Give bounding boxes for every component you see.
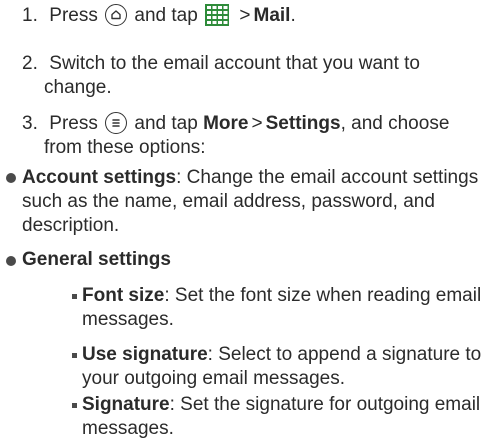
sub-option-use-signature-cont: your outgoing email messages. bbox=[82, 368, 345, 389]
sub-bullet-icon bbox=[72, 403, 77, 408]
separator: > bbox=[239, 5, 251, 26]
option-account-cont: such as the name, email address, passwor… bbox=[22, 191, 435, 212]
bullet-icon bbox=[6, 173, 16, 183]
step-3: 3. Press and tap More > Settings, and choo… bbox=[22, 112, 449, 136]
home-icon bbox=[105, 4, 128, 26]
option-general-settings: General settings bbox=[22, 248, 171, 272]
step-text: . bbox=[290, 5, 296, 26]
step-2-cont: change. bbox=[44, 77, 112, 98]
menu-icon bbox=[105, 112, 128, 134]
menu-path-settings: Settings bbox=[265, 113, 341, 134]
sub-option-text: : Set the signature for outgoing email bbox=[169, 394, 481, 415]
step-2: 2. Switch to the email account that you … bbox=[22, 52, 420, 76]
sub-bullet-icon bbox=[72, 294, 77, 299]
sub-option-title: Signature bbox=[82, 394, 170, 415]
bullet-icon bbox=[6, 256, 16, 266]
option-title: General settings bbox=[22, 249, 171, 270]
menu-path-mail: Mail bbox=[253, 5, 291, 26]
sub-option-font-size: Font size: Set the font size when readin… bbox=[82, 284, 481, 308]
sub-bullet-icon bbox=[72, 353, 77, 358]
step-text: and tap bbox=[134, 5, 198, 26]
step-number: 3. bbox=[22, 113, 38, 134]
step-number: 1. bbox=[22, 5, 38, 26]
separator: > bbox=[251, 113, 263, 134]
option-text: : Change the email account settings bbox=[176, 167, 479, 188]
step-3-cont: from these options: bbox=[44, 137, 206, 158]
step-text: Switch to the email account that you wan… bbox=[49, 53, 420, 74]
menu-path-more: More bbox=[203, 113, 249, 134]
option-account-cont: description. bbox=[22, 215, 120, 236]
sub-option-use-signature: Use signature: Select to append a signat… bbox=[82, 343, 481, 367]
option-title: Account settings bbox=[22, 167, 177, 188]
sub-option-signature: Signature: Set the signature for outgoin… bbox=[82, 393, 480, 417]
sub-option-text: : Select to append a signature to bbox=[207, 344, 482, 365]
step-text: Press bbox=[49, 5, 98, 26]
step-text: Press bbox=[49, 113, 98, 134]
step-1: 1. Press and tap > Mail. bbox=[22, 4, 296, 28]
sub-option-font-cont: messages. bbox=[82, 309, 174, 330]
sub-option-title: Font size bbox=[82, 285, 165, 306]
step-number: 2. bbox=[22, 53, 38, 74]
apps-grid-icon bbox=[205, 4, 230, 26]
sub-option-title: Use signature bbox=[82, 344, 208, 365]
option-account-settings: Account settings: Change the email accou… bbox=[22, 166, 478, 190]
sub-option-text: : Set the font size when reading email bbox=[164, 285, 482, 306]
sub-option-signature-cont: messages. bbox=[82, 418, 174, 439]
step-text: , and choose bbox=[340, 113, 450, 134]
step-text: and tap bbox=[134, 113, 198, 134]
